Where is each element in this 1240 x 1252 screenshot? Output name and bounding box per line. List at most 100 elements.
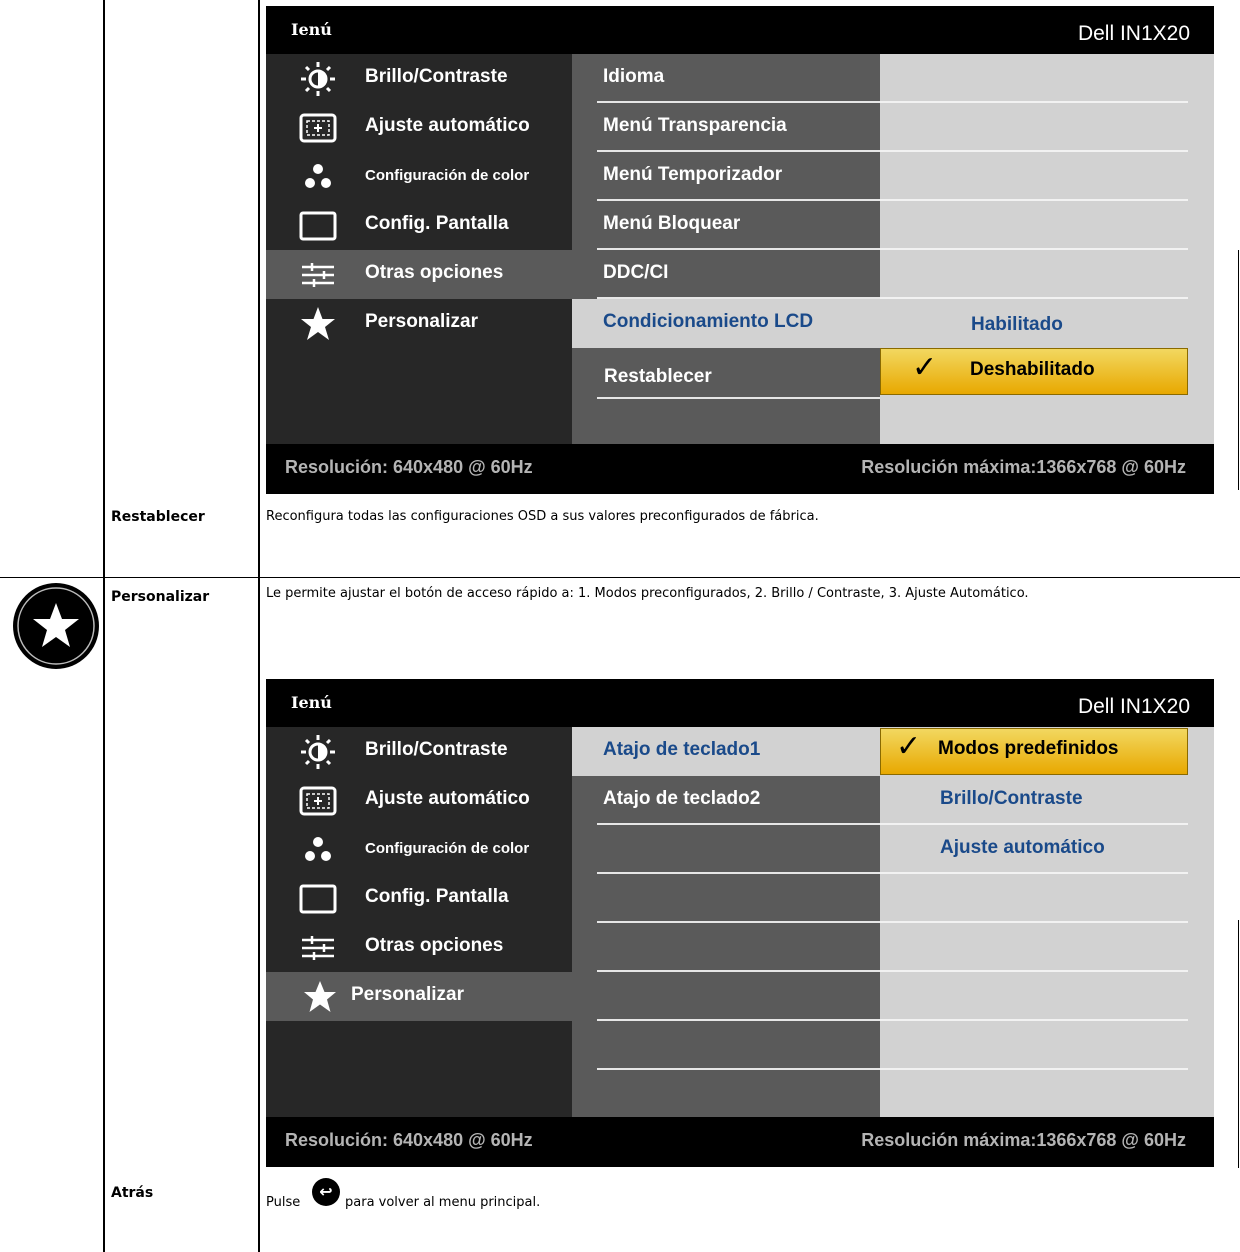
menu-item-auto-adjust[interactable]: Ajuste automático: [266, 103, 572, 152]
monitor-model: Dell IN1X20: [1077, 695, 1190, 718]
display-settings-icon: [299, 211, 337, 241]
table-divider: [258, 0, 260, 1252]
current-resolution: Resolución: 640x480 @ 60Hz: [285, 457, 533, 477]
menu-item-label: Otras opciones: [365, 935, 504, 956]
submenu-item-label: DDC/CI: [603, 262, 669, 283]
table-divider: [0, 577, 1240, 578]
menu-item-personalize[interactable]: Personalizar: [266, 299, 572, 348]
submenu-item-label: Idioma: [603, 66, 665, 87]
menu-item-label: Personalizar: [351, 984, 464, 1005]
star-icon: [301, 307, 335, 340]
divider: [880, 297, 1188, 299]
osd-main-menu: Brillo/Contraste Ajuste automático Confi…: [266, 727, 572, 1117]
osd-screen-other-settings: Ienú Dell IN1X20 Brillo/Contraste Ajuste…: [266, 6, 1214, 494]
submenu-item-label: Menú Temporizador: [603, 164, 783, 185]
option-row-empty: [880, 1021, 1214, 1070]
osd-submenu: Idioma Menú Transparencia Menú Temporiza…: [572, 54, 880, 444]
menu-item-label: Config. Pantalla: [365, 213, 509, 234]
color-settings-icon: [305, 164, 331, 188]
row-label-reset: Restablecer: [111, 509, 205, 525]
row-desc-back-suffix: para volver al menu principal.: [345, 1195, 541, 1210]
submenu-item-label: Atajo de teclado1: [603, 739, 761, 760]
submenu-item-label: Menú Bloquear: [603, 213, 741, 234]
submenu-item-shortcut-key-1[interactable]: Atajo de teclado1: [572, 727, 880, 776]
current-resolution: Resolución: 640x480 @ 60Hz: [285, 1130, 533, 1150]
menu-item-brightness-contrast[interactable]: Brillo/Contraste: [266, 727, 572, 776]
back-icon: ↩: [312, 1178, 340, 1206]
menu-item-color-settings[interactable]: Configuración de color: [266, 825, 572, 874]
option-label: Brillo/Contraste: [940, 788, 1083, 809]
option-brightness-contrast[interactable]: Brillo/Contraste: [880, 776, 1214, 825]
row-desc-back-prefix: Pulse: [266, 1195, 301, 1210]
menu-item-label: Brillo/Contraste: [365, 739, 508, 760]
menu-item-brightness-contrast[interactable]: Brillo/Contraste: [266, 54, 572, 103]
submenu-row-empty: [572, 923, 880, 972]
osd-header: Ienú Dell IN1X20: [266, 679, 1214, 727]
osd-header: Ienú Dell IN1X20: [266, 6, 1214, 54]
menu-item-label: Personalizar: [365, 311, 478, 332]
submenu-item-ddc-ci[interactable]: DDC/CI: [572, 250, 880, 299]
menu-item-label: Ajuste automático: [365, 788, 530, 809]
row-desc-reset: Reconfigura todas las configuraciones OS…: [266, 509, 819, 524]
row-label-personalize: Personalizar: [111, 589, 210, 605]
submenu-item-label: Condicionamiento LCD: [603, 311, 814, 332]
monitor-model: Dell IN1X20: [1077, 22, 1190, 45]
menu-item-personalize[interactable]: Personalizar: [266, 972, 572, 1021]
option-preset-modes-selected[interactable]: ✓ Modos predefinidos: [880, 727, 1214, 776]
auto-adjust-icon: [299, 786, 337, 816]
osd-brand: Ienú: [291, 20, 332, 39]
submenu-row-empty: [572, 874, 880, 923]
submenu-item-lcd-conditioning[interactable]: Condicionamiento LCD: [572, 299, 880, 348]
other-settings-icon: [302, 263, 334, 287]
star-icon: [304, 981, 336, 1012]
option-row-empty: [880, 250, 1214, 299]
table-divider: [103, 0, 105, 1252]
menu-item-display-settings[interactable]: Config. Pantalla: [266, 201, 572, 250]
checkmark-icon: ✓: [896, 729, 922, 764]
osd-screen-personalize: Ienú Dell IN1X20 Brillo/Contraste Ajuste…: [266, 679, 1214, 1167]
menu-item-label: Configuración de color: [365, 840, 530, 857]
submenu-item-label: Menú Transparencia: [603, 115, 787, 136]
personalize-star-icon: [13, 583, 99, 669]
max-resolution: Resolución máxima:1366x768 @ 60Hz: [861, 1130, 1186, 1150]
menu-item-display-settings[interactable]: Config. Pantalla: [266, 874, 572, 923]
osd-options: Habilitado ✓ Deshabilitado: [880, 54, 1214, 444]
option-auto-adjust[interactable]: Ajuste automático: [880, 825, 1214, 874]
submenu-item-shortcut-key-2[interactable]: Atajo de teclado2: [572, 776, 880, 825]
menu-item-label: Config. Pantalla: [365, 886, 509, 907]
option-row-empty: [880, 103, 1214, 152]
submenu-item-reset[interactable]: Restablecer: [572, 350, 880, 399]
divider: [597, 397, 880, 399]
menu-item-label: Configuración de color: [365, 167, 530, 184]
option-label: Modos predefinidos: [938, 738, 1119, 759]
menu-item-auto-adjust[interactable]: Ajuste automático: [266, 776, 572, 825]
menu-item-other-settings[interactable]: Otras opciones: [266, 923, 572, 972]
color-settings-icon: [305, 837, 331, 861]
submenu-item-language[interactable]: Idioma: [572, 54, 880, 103]
menu-item-color-settings[interactable]: Configuración de color: [266, 152, 572, 201]
star-icon: [17, 587, 95, 665]
menu-item-other-settings[interactable]: Otras opciones: [266, 250, 572, 299]
submenu-row-empty: [572, 1021, 880, 1070]
submenu-item-label: Atajo de teclado2: [603, 788, 761, 809]
option-label: Habilitado: [971, 314, 1063, 335]
submenu-item-menu-timer[interactable]: Menú Temporizador: [572, 152, 880, 201]
divider: [597, 1068, 880, 1070]
menu-item-label: Ajuste automático: [365, 115, 530, 136]
option-row-empty: [880, 54, 1214, 103]
option-enabled[interactable]: Habilitado: [880, 302, 1214, 351]
option-row-empty: [880, 923, 1214, 972]
checkmark-icon: ✓: [912, 350, 938, 385]
submenu-row-empty: [572, 972, 880, 1021]
submenu-item-menu-lock[interactable]: Menú Bloquear: [572, 201, 880, 250]
table-divider: [1238, 920, 1239, 1168]
row-label-back: Atrás: [111, 1185, 154, 1201]
submenu-item-menu-transparency[interactable]: Menú Transparencia: [572, 103, 880, 152]
auto-adjust-icon: [299, 113, 337, 143]
submenu-row-empty: [572, 825, 880, 874]
option-disabled-selected[interactable]: ✓ Deshabilitado: [880, 347, 1214, 396]
max-resolution: Resolución máxima:1366x768 @ 60Hz: [861, 457, 1186, 477]
option-row-empty: [880, 152, 1214, 201]
menu-item-label: Otras opciones: [365, 262, 504, 283]
menu-item-label: Brillo/Contraste: [365, 66, 508, 87]
